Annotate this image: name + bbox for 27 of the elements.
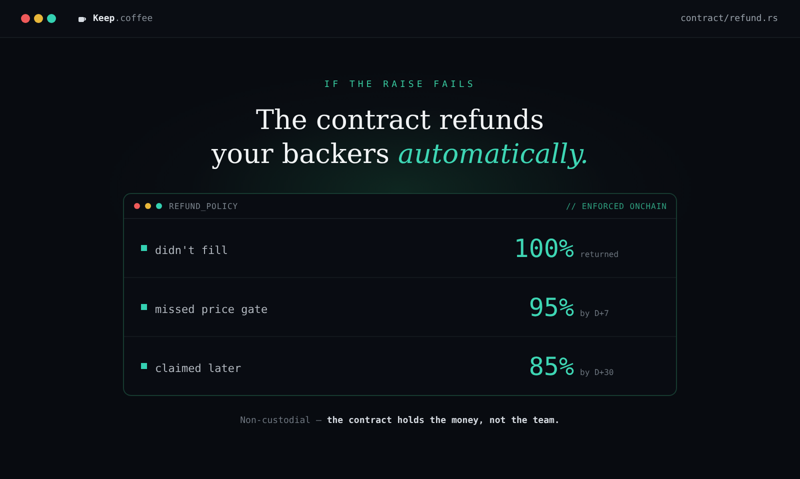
refund-note: by D+30 <box>580 368 614 376</box>
panel-title: REFUND_POLICY <box>169 202 238 210</box>
window-dot-icon <box>21 14 30 23</box>
brand-logo: Keep.coffee <box>93 14 153 24</box>
bullet-icon <box>141 245 147 251</box>
refund-note: by D+7 <box>580 308 609 318</box>
headline: your backers automatically. <box>211 138 589 172</box>
file-path: contract/refund.rs <box>680 14 778 24</box>
refund-note: returned <box>580 250 619 258</box>
window-dot-icon <box>156 203 162 209</box>
window-dot-icon <box>145 203 151 209</box>
window-dot-icon <box>134 203 140 209</box>
bullet-icon <box>141 363 147 369</box>
eyebrow-label: IF THE RAISE FAILS <box>324 80 476 90</box>
refund-percent: 100% <box>512 234 574 262</box>
panel-tag: // ENFORCED ONCHAIN <box>566 202 667 210</box>
refund-percent: 95% <box>528 292 574 322</box>
footer-note: Non-custodial — the contract holds the money, not the team. <box>240 416 560 426</box>
row-label: claimed later <box>155 362 242 374</box>
cup-icon <box>78 14 86 22</box>
row-label: missed price gate <box>155 302 268 316</box>
bullet-icon <box>141 304 147 310</box>
row-label: didn't fill <box>155 244 228 256</box>
window-dot-icon <box>34 14 43 23</box>
headline: The contract refunds <box>256 104 544 138</box>
window-dot-icon <box>47 14 56 23</box>
refund-percent: 85% <box>528 352 574 380</box>
